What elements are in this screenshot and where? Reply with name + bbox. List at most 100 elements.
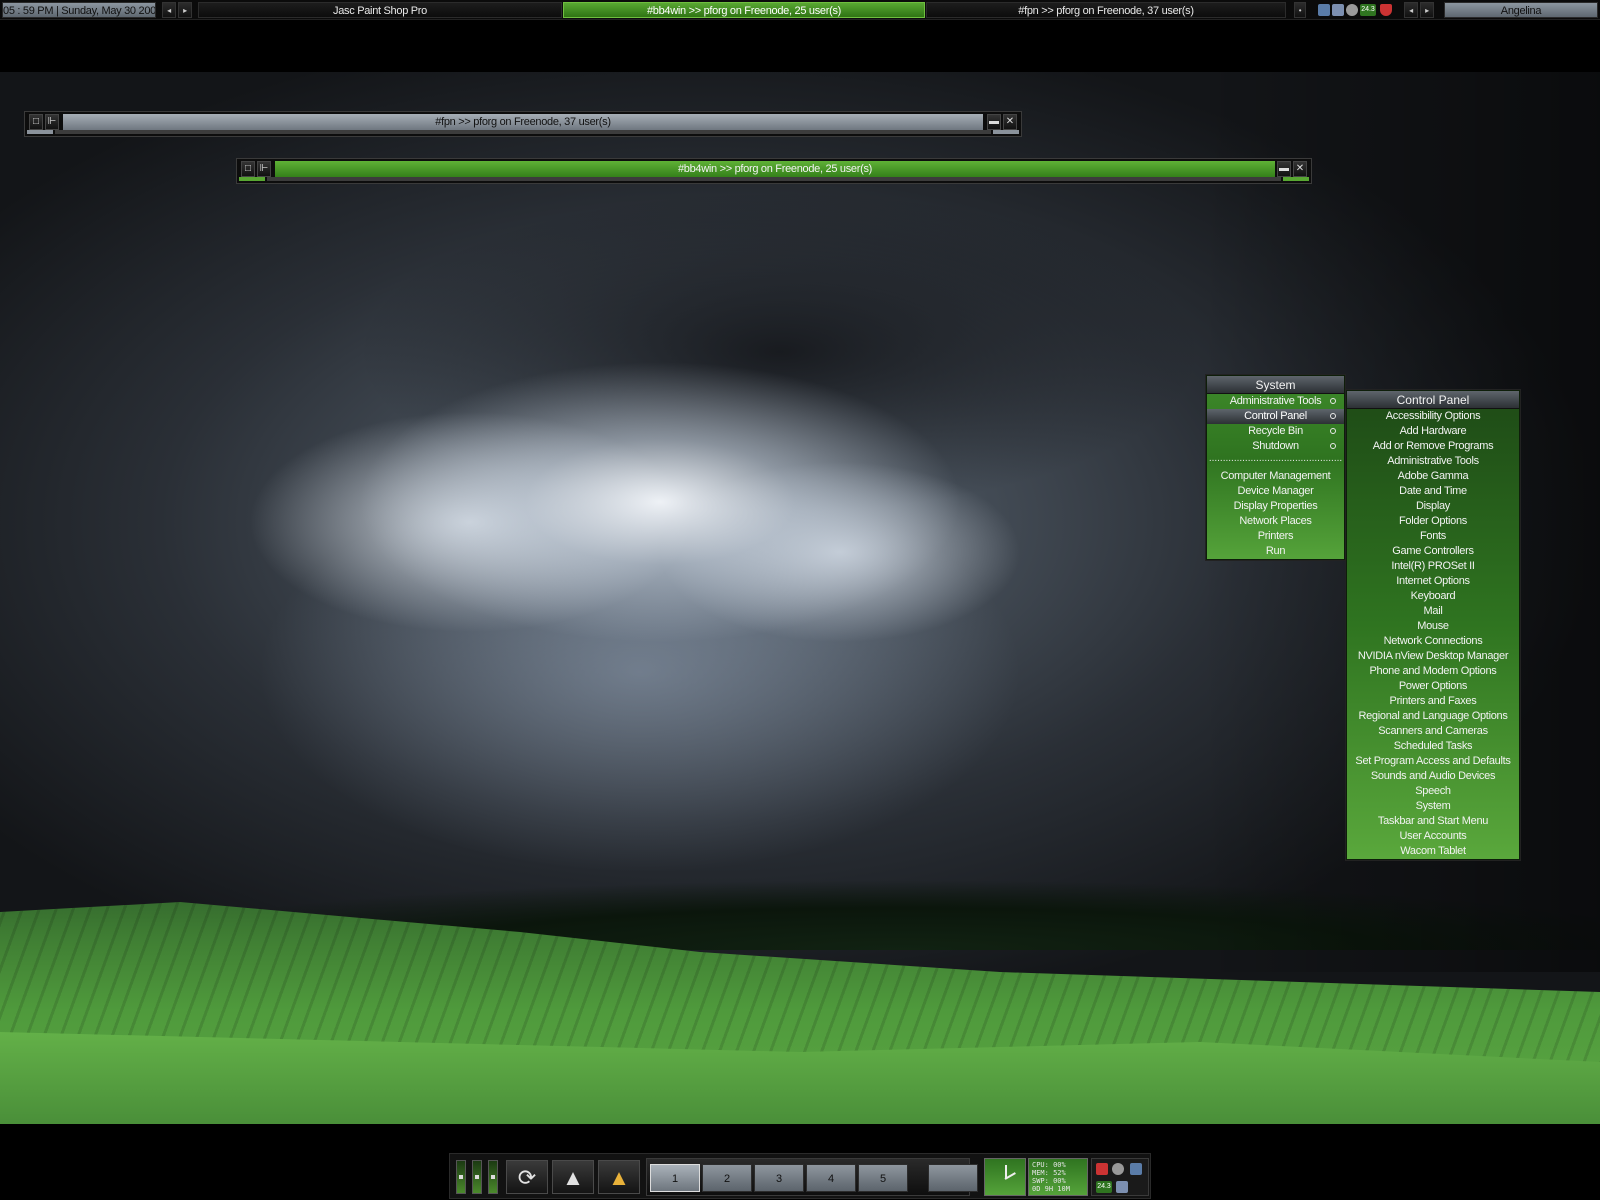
menu-dot-button[interactable]: • xyxy=(1294,2,1306,18)
workspace-5[interactable]: 5 xyxy=(858,1164,908,1192)
control-panel-item[interactable]: Accessibility Options xyxy=(1347,409,1519,424)
shade-icon[interactable]: ⊩ xyxy=(257,161,271,177)
control-panel-item[interactable]: Game Controllers xyxy=(1347,544,1519,559)
menu-item-printers[interactable]: Printers xyxy=(1207,529,1344,544)
control-panel-item[interactable]: Fonts xyxy=(1347,529,1519,544)
control-panel-item[interactable]: Printers and Faxes xyxy=(1347,694,1519,709)
control-panel-item[interactable]: Speech xyxy=(1347,784,1519,799)
workspace-2[interactable]: 2 xyxy=(702,1164,752,1192)
starfleet-icon[interactable]: ▲ xyxy=(552,1160,594,1194)
next-window-button[interactable]: ▸ xyxy=(1420,2,1434,18)
network-tray-icon[interactable] xyxy=(1318,4,1330,16)
control-panel-item[interactable]: Internet Options xyxy=(1347,574,1519,589)
resize-handle-right[interactable] xyxy=(1283,177,1309,181)
control-panel-item[interactable]: Set Program Access and Defaults xyxy=(1347,754,1519,769)
next-workspace-button[interactable]: ▸ xyxy=(178,2,192,18)
menu-item-shutdown[interactable]: Shutdown xyxy=(1207,439,1344,454)
analog-clock[interactable] xyxy=(984,1158,1026,1196)
workspace-1[interactable]: 1 xyxy=(650,1164,700,1192)
close-icon[interactable]: ✕ xyxy=(1293,161,1307,177)
menu-item-recycle-bin[interactable]: Recycle Bin xyxy=(1207,424,1344,439)
control-panel-item[interactable]: Scanners and Cameras xyxy=(1347,724,1519,739)
line-slider[interactable] xyxy=(488,1160,498,1194)
control-panel-item[interactable]: Add or Remove Programs xyxy=(1347,439,1519,454)
control-panel-item[interactable]: Mail xyxy=(1347,604,1519,619)
menu-item-control-panel[interactable]: Control Panel xyxy=(1207,409,1344,424)
window-grip[interactable] xyxy=(55,130,991,134)
clock-display[interactable]: 05 : 59 PM | Sunday, May 30 2004 xyxy=(2,2,156,18)
task-fpn-irc[interactable]: #fpn >> pforg on Freenode, 37 user(s) xyxy=(926,2,1286,18)
maximize-icon[interactable]: □ xyxy=(29,114,43,130)
control-panel-item[interactable]: Wacom Tablet xyxy=(1347,844,1519,859)
control-panel-item[interactable]: User Accounts xyxy=(1347,829,1519,844)
maximize-icon[interactable]: □ xyxy=(241,161,255,177)
system-menu: System Administrative Tools Control Pane… xyxy=(1206,375,1345,560)
control-panel-item[interactable]: Add Hardware xyxy=(1347,424,1519,439)
control-panel-menu-title[interactable]: Control Panel xyxy=(1347,391,1519,409)
control-panel-item[interactable]: Administrative Tools xyxy=(1347,454,1519,469)
slit-toolbar: ⟳ ▲ ▲ CPU: 00% MEM: 52% SWP: 00% 0D 9H 1… xyxy=(449,1153,1151,1199)
menu-item-network-places[interactable]: Network Places xyxy=(1207,514,1344,529)
control-panel-item[interactable]: Keyboard xyxy=(1347,589,1519,604)
workspace-3[interactable]: 3 xyxy=(754,1164,804,1192)
control-panel-item[interactable]: Network Connections xyxy=(1347,634,1519,649)
task-bb4win-irc[interactable]: #bb4win >> pforg on Freenode, 25 user(s) xyxy=(563,2,925,18)
menu-item-display-properties[interactable]: Display Properties xyxy=(1207,499,1344,514)
minimize-icon[interactable]: ▬ xyxy=(987,114,1001,130)
task-paint-shop-pro[interactable]: Jasc Paint Shop Pro xyxy=(198,2,562,18)
control-panel-item[interactable]: Sounds and Audio Devices xyxy=(1347,769,1519,784)
control-panel-item[interactable]: NVIDIA nView Desktop Manager xyxy=(1347,649,1519,664)
submenu-indicator-icon xyxy=(1330,443,1336,449)
antivirus-tray-icon[interactable] xyxy=(1380,4,1392,16)
control-panel-item[interactable]: Mouse xyxy=(1347,619,1519,634)
window-title[interactable]: #fpn >> pforg on Freenode, 37 user(s) xyxy=(63,114,983,130)
control-panel-item[interactable]: Regional and Language Options xyxy=(1347,709,1519,724)
control-panel-item[interactable]: Folder Options xyxy=(1347,514,1519,529)
display-tray-icon[interactable] xyxy=(1116,1181,1128,1193)
display-tray-icon[interactable] xyxy=(1332,4,1344,16)
control-panel-item[interactable]: Intel(R) PROSet II xyxy=(1347,559,1519,574)
control-panel-item[interactable]: Adobe Gamma xyxy=(1347,469,1519,484)
cpu-readout: CPU: 00% xyxy=(1032,1161,1066,1169)
menu-item-device-manager[interactable]: Device Manager xyxy=(1207,484,1344,499)
minimize-icon[interactable]: ▬ xyxy=(1277,161,1291,177)
system-menu-title[interactable]: System xyxy=(1207,376,1344,394)
volume-tray-icon[interactable] xyxy=(1346,4,1358,16)
control-panel-item[interactable]: Power Options xyxy=(1347,679,1519,694)
control-panel-item[interactable]: Display xyxy=(1347,499,1519,514)
refresh-icon[interactable]: ⟳ xyxy=(506,1160,548,1194)
volume-slider[interactable] xyxy=(456,1160,466,1194)
shade-icon[interactable]: ⊩ xyxy=(45,114,59,130)
control-panel-item[interactable]: Phone and Modem Options xyxy=(1347,664,1519,679)
window-grip[interactable] xyxy=(267,177,1281,181)
control-panel-item[interactable]: Taskbar and Start Menu xyxy=(1347,814,1519,829)
control-panel-items: Accessibility Options Add Hardware Add or … xyxy=(1347,409,1519,859)
menu-item-administrative-tools[interactable]: Administrative Tools xyxy=(1207,394,1344,409)
control-panel-item[interactable]: Date and Time xyxy=(1347,484,1519,499)
workspace-empty-slot[interactable] xyxy=(928,1164,978,1192)
volume-tray-icon[interactable] xyxy=(1112,1163,1124,1175)
control-panel-item[interactable]: System xyxy=(1347,799,1519,814)
workspace-4[interactable]: 4 xyxy=(806,1164,856,1192)
irc-window-fpn[interactable]: □ ⊩ #fpn >> pforg on Freenode, 37 user(s… xyxy=(24,111,1022,137)
irc-window-bb4win[interactable]: □ ⊩ #bb4win >> pforg on Freenode, 25 use… xyxy=(236,158,1312,184)
submenu-indicator-icon xyxy=(1330,398,1336,404)
antivirus-tray-icon[interactable] xyxy=(1096,1163,1108,1175)
prev-workspace-button[interactable]: ◂ xyxy=(162,2,176,18)
resize-handle-right[interactable] xyxy=(993,130,1019,134)
close-icon[interactable]: ✕ xyxy=(1003,114,1017,130)
system-monitor[interactable]: CPU: 00% MEM: 52% SWP: 00% 0D 9H 10M xyxy=(1028,1158,1088,1196)
prev-window-button[interactable]: ◂ xyxy=(1404,2,1418,18)
resize-handle-left[interactable] xyxy=(27,130,53,134)
wave-slider[interactable] xyxy=(472,1160,482,1194)
tablet-tray-icon[interactable]: 24.3 xyxy=(1360,4,1376,16)
starfleet-gold-icon[interactable]: ▲ xyxy=(598,1160,640,1194)
network-tray-icon[interactable] xyxy=(1130,1163,1142,1175)
menu-item-run[interactable]: Run xyxy=(1207,544,1344,559)
username-label[interactable]: Angelina xyxy=(1444,2,1598,18)
resize-handle-left[interactable] xyxy=(239,177,265,181)
tablet-tray-icon[interactable]: 24.3 xyxy=(1096,1181,1112,1193)
menu-item-computer-management[interactable]: Computer Management xyxy=(1207,469,1344,484)
window-title[interactable]: #bb4win >> pforg on Freenode, 25 user(s) xyxy=(275,161,1275,177)
control-panel-item[interactable]: Scheduled Tasks xyxy=(1347,739,1519,754)
